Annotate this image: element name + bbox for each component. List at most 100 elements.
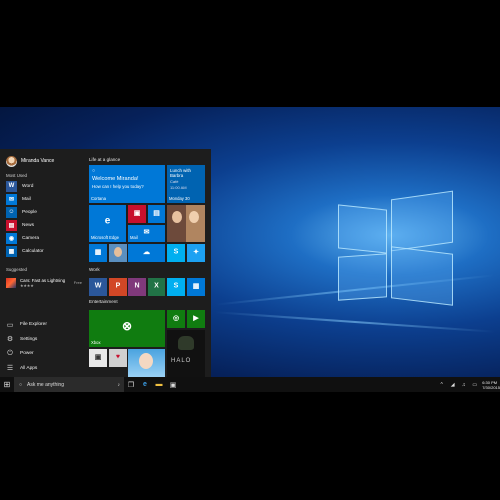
excel-icon: X	[154, 282, 159, 290]
clock[interactable]: 6:30 PM 7/30/2015	[482, 380, 500, 390]
music-icon: ◎	[172, 314, 180, 322]
camera-icon: ◉	[6, 232, 17, 244]
mail-label: Mail	[130, 235, 138, 240]
mail-tile[interactable]: ✉ Mail	[128, 225, 165, 242]
start-bottom-item[interactable]: ⚙ Settings	[6, 333, 37, 346]
calendar-time: 11:00 AM	[170, 185, 187, 190]
mail-icon: ✉	[143, 228, 150, 236]
store-tile[interactable]: ▦	[89, 244, 107, 262]
person-face	[114, 247, 122, 257]
powerpoint-tile[interactable]: P	[109, 278, 127, 296]
network-icon[interactable]: ◢	[447, 382, 458, 388]
start-bottom-item[interactable]: ⏻ Power	[6, 347, 33, 360]
windows-start-button[interactable]: ⊞	[0, 377, 14, 392]
edge-taskbar-icon[interactable]: e	[138, 377, 152, 392]
suggested-app[interactable]: Cars: Fast as Lightning ★★★★ Free	[6, 276, 82, 289]
most-used-label: Calculator	[22, 248, 44, 254]
volume-icon[interactable]: ♫	[458, 382, 469, 388]
calendar-date: Monday 30	[169, 196, 190, 201]
user-account[interactable]: Miranda Vance	[6, 155, 54, 167]
xbox-label: Xbox	[91, 340, 101, 345]
avatar	[6, 155, 17, 167]
game-icon: ▣	[94, 353, 102, 361]
movies-tile[interactable]: ▶	[187, 310, 205, 328]
most-used-label: Word	[22, 183, 34, 189]
cortana-tile[interactable]: ○ Welcome Miranda! How can I help you to…	[89, 165, 165, 203]
most-used-item[interactable]: ☺ People	[6, 206, 37, 218]
start-bottom-label: File Explorer	[20, 322, 47, 327]
start-bottom-label: Settings	[20, 336, 38, 342]
store-icon: ▦	[94, 248, 102, 256]
iheart-tile[interactable]: ♥	[109, 349, 127, 367]
twitter-tile[interactable]: ✦	[187, 244, 205, 262]
taskbar: ⊞ ○ Ask me anything ♪ ❐ e ▬ ▣ ^ ◢ ♫ ▭ 6:…	[0, 377, 500, 392]
reader-icon: ▤	[153, 209, 160, 217]
action-center-icon[interactable]: ▭	[469, 382, 480, 388]
onenote-icon: N	[134, 282, 140, 290]
edge-label: Microsoft Edge	[91, 235, 119, 240]
edge-tile[interactable]: e Microsoft Edge	[89, 205, 126, 242]
most-used-item[interactable]: ✉ Mail	[6, 193, 31, 205]
weather-icon: ☁	[143, 248, 150, 256]
calendar-event: Lunch with Barbra	[170, 168, 191, 178]
most-used-header: Most Used	[6, 173, 27, 178]
cortana-label: Cortana	[91, 196, 106, 201]
xbox-tile[interactable]: ⊗ Xbox	[89, 310, 165, 347]
person-face	[189, 211, 199, 223]
contact-photo-tile[interactable]	[109, 244, 127, 262]
film-icon: ▶	[193, 314, 199, 322]
cars-app-icon	[6, 277, 16, 288]
word-icon: W	[94, 282, 102, 290]
user-name: Miranda Vance	[21, 158, 55, 164]
calculator-icon: ▦	[6, 245, 17, 257]
rating-stars: ★★★★	[20, 283, 34, 288]
halo-tile[interactable]: HALO	[167, 330, 205, 377]
microphone-icon[interactable]: ♪	[118, 382, 121, 388]
photos-icon: ▣	[133, 209, 141, 217]
start-left-column: Miranda Vance Most Used W Word ✉ Mail ☺ Peopl…	[0, 149, 86, 377]
most-used-label: Mail	[22, 196, 31, 202]
power-icon: ⏻	[7, 349, 13, 357]
cortana-search-box[interactable]: ○ Ask me anything ♪	[14, 377, 124, 392]
groove-tile[interactable]: ◎	[167, 310, 185, 328]
people-icon: ☺	[6, 206, 17, 218]
task-view-icon[interactable]: ❐	[124, 377, 138, 392]
onenote-tile[interactable]: N	[128, 278, 146, 296]
most-used-label: News	[22, 222, 34, 228]
powerpoint-icon: P	[115, 282, 121, 290]
most-used-item[interactable]: ◉ Camera	[6, 232, 39, 244]
start-bottom-item[interactable]: ☰ All Apps	[6, 362, 37, 375]
most-used-item[interactable]: ▤ News	[6, 219, 34, 231]
search-placeholder: Ask me anything	[27, 381, 64, 388]
weather-tile[interactable]: ☁	[128, 244, 165, 262]
word-tile[interactable]: W	[89, 278, 107, 296]
excel-tile[interactable]: X	[148, 278, 165, 296]
chevron-up-icon[interactable]: ^	[436, 382, 447, 388]
store-taskbar-icon[interactable]: ▣	[166, 377, 180, 392]
cortana-search-icon: ○	[19, 381, 23, 388]
skype-work-tile[interactable]: S	[167, 278, 185, 296]
skype-icon: S	[173, 248, 179, 256]
person-face	[172, 211, 182, 223]
xbox-icon: ⊗	[121, 319, 133, 334]
start-bottom-item[interactable]: ▭ File Explorer	[6, 318, 47, 331]
calculator-tile[interactable]: ▦	[187, 278, 205, 296]
most-used-label: People	[22, 209, 37, 215]
frozen-tile[interactable]	[128, 349, 165, 377]
most-used-item[interactable]: W Word	[6, 180, 33, 192]
photos-tile[interactable]: ▣	[128, 205, 146, 223]
skype-tile[interactable]: S	[167, 244, 185, 262]
calendar-tile[interactable]: Lunch with Barbra Café 11:00 AM Monday 3…	[167, 165, 205, 203]
news-tile[interactable]: ▤	[148, 205, 165, 223]
group-entertainment: Entertainment	[89, 299, 118, 304]
group-work: Work	[89, 267, 100, 272]
twitter-icon: ✦	[193, 248, 199, 256]
suggested-header: Suggested	[6, 267, 27, 272]
file-explorer-taskbar-icon[interactable]: ▬	[152, 377, 166, 392]
most-used-item[interactable]: ▦ Calculator	[6, 245, 44, 257]
most-used-label: Camera	[22, 235, 40, 241]
people-photo-tile[interactable]	[167, 205, 205, 242]
gear-icon: ⚙	[6, 336, 14, 343]
game-tile-1[interactable]: ▣	[89, 349, 107, 367]
cortana-ring-icon: ○	[92, 168, 96, 174]
